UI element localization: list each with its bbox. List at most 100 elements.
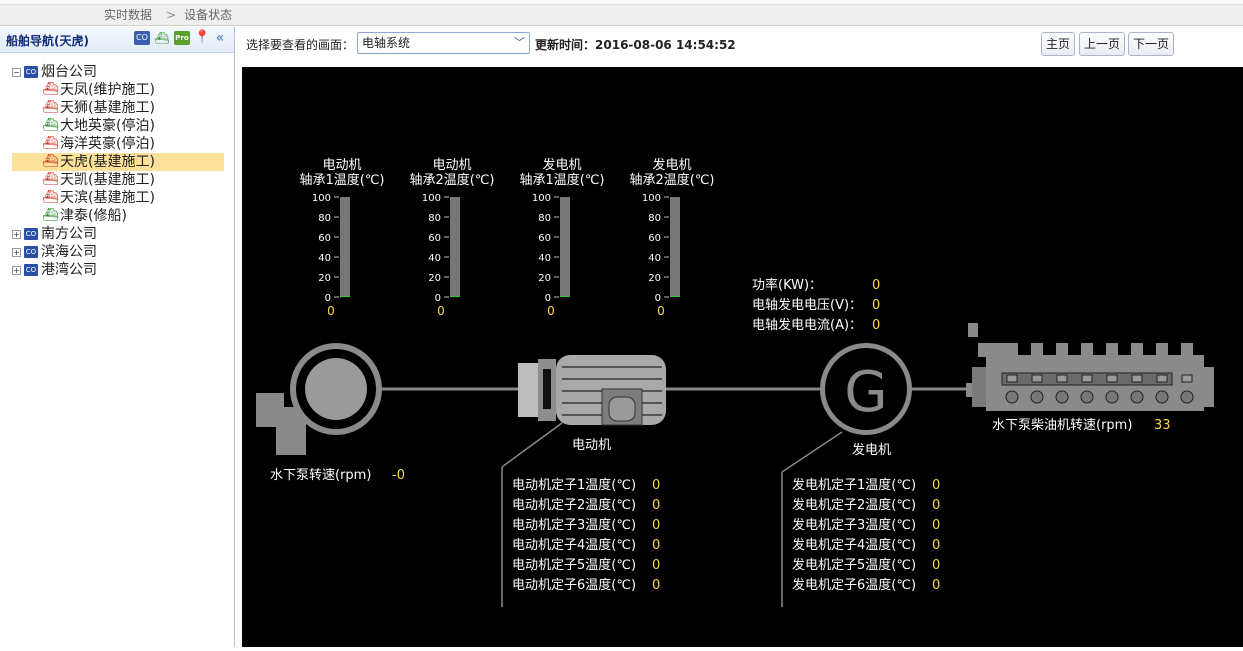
generator-stator-temp-value: 0: [932, 538, 940, 553]
gauge-tick-label: 0: [325, 293, 331, 304]
tree-node-label: 天凤(维护施工): [60, 82, 155, 98]
gauge-subtitle: 轴承1温度(℃): [299, 172, 384, 188]
collapse-icon[interactable]: «: [214, 31, 226, 45]
gauge-bar: [340, 197, 350, 297]
gauge-tick-label: 100: [312, 193, 331, 204]
gauge-bar: [450, 197, 460, 297]
ship-icon: ⛴: [42, 100, 59, 115]
select-view-label: 选择要查看的画面：: [246, 38, 355, 52]
motor-stator-temp-value: 0: [652, 518, 660, 533]
gauge-level: [340, 296, 350, 297]
generator-stator-temp-label: 发电机定子3温度(℃): [792, 517, 916, 533]
company-icon: CO: [24, 228, 38, 240]
ship-icon: ⛴: [42, 190, 59, 205]
view-toolbar: 选择要查看的画面： 电轴系统 ﹀ 更新时间：2016-08-06 14:54:5…: [240, 27, 1243, 67]
gauge-tick-label: 40: [428, 253, 441, 264]
gauge-title: 电动机: [322, 158, 361, 173]
tree-node-ship[interactable]: ⛴天狮(基建施工): [12, 99, 224, 117]
power-value: 0: [872, 278, 880, 293]
top-bar: 实时数据 > 设备状态: [0, 0, 1243, 26]
sidebar-title: 船舶导航(天虎): [6, 34, 89, 48]
ship-icon: ⛴: [42, 208, 59, 223]
leader-line: [781, 431, 843, 473]
generator-label: 发电机: [852, 442, 891, 458]
power-label: 电轴发电电压(V)：: [752, 297, 862, 313]
gauge-bar: [560, 197, 570, 297]
power-value: 0: [872, 318, 880, 333]
ship-icon: ⛴: [42, 154, 59, 169]
generator-letter: G: [844, 360, 887, 425]
tree-node-ship[interactable]: ⛴天凤(维护施工): [12, 81, 224, 99]
company-icon[interactable]: CO: [134, 31, 150, 45]
pump-icon: [256, 343, 382, 455]
expand-toggle-icon[interactable]: +: [12, 265, 21, 275]
motor-stator-temp-label: 电动机定子6温度(℃): [512, 577, 636, 593]
breadcrumb-root[interactable]: 实时数据: [104, 8, 152, 22]
motor-stator-temp-value: 0: [652, 478, 660, 493]
power-value: 0: [872, 298, 880, 313]
motor-stator-temp-label: 电动机定子1温度(℃): [512, 477, 636, 493]
gauge-value: 0: [657, 304, 665, 318]
gauge-tick-label: 40: [648, 253, 661, 264]
tree-node-ship[interactable]: ⛴天虎(基建施工): [12, 153, 224, 171]
motor-stator-temp-value: 0: [652, 558, 660, 573]
tree-node-label: 天凯(基建施工): [60, 172, 155, 188]
ship-icon: ⛴: [42, 118, 59, 133]
scada-canvas: G 电动机轴承1温度(℃)1008060402000电动机轴承2温度(℃)100…: [256, 157, 1214, 607]
next-page-button[interactable]: 下一页: [1128, 32, 1174, 56]
gauge-tick-label: 0: [545, 293, 551, 304]
pump-speed-value: -0: [392, 468, 405, 483]
gauge-tick-label: 20: [318, 273, 331, 284]
gauge-tick-label: 80: [648, 213, 661, 224]
gauge-title: 发电机: [652, 157, 691, 173]
gauge-tick-label: 60: [648, 233, 661, 244]
generator-stator-temp-value: 0: [932, 478, 940, 493]
view-select[interactable]: 电轴系统 ﹀: [357, 32, 530, 54]
tree-node-company[interactable]: + CO 港湾公司: [12, 261, 224, 279]
motor-icon: [518, 355, 666, 426]
generator-icon: G: [820, 343, 912, 435]
prev-page-button[interactable]: 上一页: [1079, 32, 1125, 56]
gauge-tick-label: 20: [538, 273, 551, 284]
tree-node-ship[interactable]: ⛴天滨(基建施工): [12, 189, 224, 207]
motor-stator-temp-label: 电动机定子2温度(℃): [512, 497, 636, 513]
gauge-tick-label: 100: [642, 193, 661, 204]
home-button[interactable]: 主页: [1041, 32, 1075, 56]
gauge-tick-label: 60: [428, 233, 441, 244]
ship-icon[interactable]: ⛴: [154, 31, 170, 45]
gauge-value: 0: [327, 304, 335, 318]
collapse-toggle-icon[interactable]: −: [12, 67, 21, 77]
gauge-title: 发电机: [542, 157, 581, 173]
generator-stator-temp-value: 0: [932, 558, 940, 573]
tree-node-label: 天滨(基建施工): [60, 190, 155, 206]
motor-stator-temp-label: 电动机定子5温度(℃): [512, 557, 636, 573]
tree-node-company[interactable]: + CO 滨海公司: [12, 243, 224, 261]
gauge-tick-label: 20: [648, 273, 661, 284]
tree-node-ship[interactable]: ⛴海洋英豪(停泊): [12, 135, 224, 153]
tree-node-ship[interactable]: ⛴津泰(修船): [12, 207, 224, 225]
gauge-subtitle: 轴承2温度(℃): [409, 172, 494, 188]
gauge-tick-label: 0: [435, 293, 441, 304]
update-time: 更新时间：2016-08-06 14:54:52: [535, 36, 736, 53]
tree-node-ship[interactable]: ⛴大地英豪(停泊): [12, 117, 224, 135]
ship-icon: ⛴: [42, 82, 59, 97]
tree-node-ship[interactable]: ⛴天凯(基建施工): [12, 171, 224, 189]
generator-stator-temp-label: 发电机定子5温度(℃): [792, 557, 916, 573]
expand-toggle-icon[interactable]: +: [12, 229, 21, 239]
tree-node-label: 南方公司: [41, 226, 97, 242]
fleet-tree: − CO 烟台公司 ⛴天凤(维护施工) ⛴天狮(基建施工) ⛴大地英豪(停泊) ⛴海洋英豪(…: [12, 63, 224, 279]
gauge-level: [560, 296, 570, 297]
expand-toggle-icon[interactable]: +: [12, 247, 21, 257]
generator-stator-temp-label: 发电机定子4温度(℃): [792, 537, 916, 553]
gauge-tick-label: 80: [318, 213, 331, 224]
tree-node-label: 滨海公司: [41, 244, 97, 260]
gauge-value: 0: [437, 304, 445, 318]
chevron-down-icon[interactable]: ﹀: [514, 33, 525, 53]
gauge-tick-label: 100: [532, 193, 551, 204]
map-pin-icon[interactable]: 📍: [194, 31, 210, 45]
tree-node-company[interactable]: − CO 烟台公司: [12, 63, 224, 81]
pro-icon[interactable]: Pro: [174, 31, 190, 45]
update-time-label: 更新时间：: [535, 38, 596, 52]
tree-node-company[interactable]: + CO 南方公司: [12, 225, 224, 243]
motor-stator-temp-value: 0: [652, 498, 660, 513]
